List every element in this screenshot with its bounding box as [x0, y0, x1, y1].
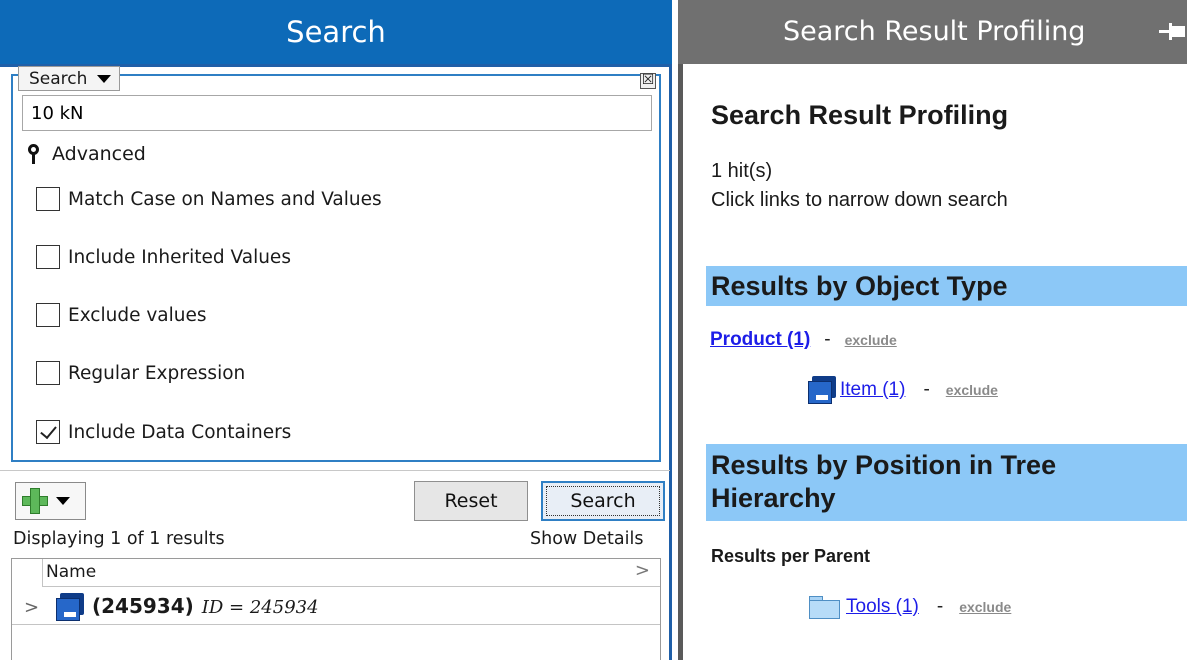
result-row-product: Product (1) - exclude [710, 329, 897, 351]
section-heading-object-type: Results by Object Type [706, 266, 1187, 306]
result-id: (245934) [92, 594, 194, 618]
profiling-panel-title: Search Result Profiling [678, 0, 1187, 64]
blue-item-icon [808, 376, 836, 404]
result-row-tools: Tools (1) - exclude [808, 594, 1011, 620]
match-case-checkbox[interactable] [36, 187, 60, 211]
chevron-down-icon [56, 497, 70, 505]
results-table: Name > > (245934) ID = 245934 [11, 558, 661, 660]
add-menu-button[interactable] [15, 482, 86, 520]
option-include-data-containers[interactable]: Include Data Containers [36, 418, 291, 446]
chevron-down-icon [97, 74, 112, 83]
page-title: Search Result Profiling [711, 100, 1009, 130]
include-inherited-checkbox[interactable] [36, 245, 60, 269]
result-id-attribute: ID = 245934 [201, 597, 319, 618]
option-label: Regular Expression [68, 362, 246, 384]
advanced-toggle[interactable]: Advanced [26, 140, 146, 168]
regular-expression-checkbox[interactable] [36, 361, 60, 385]
result-row-item: Item (1) - exclude [808, 376, 998, 404]
results-count: Displaying 1 of 1 results [13, 529, 225, 549]
column-header-label: Name [46, 562, 97, 582]
option-exclude-values[interactable]: Exclude values [36, 301, 207, 329]
section-divider [0, 470, 670, 471]
exclude-product-link[interactable]: exclude [845, 332, 897, 348]
option-label: Include Inherited Values [68, 246, 291, 268]
option-label: Include Data Containers [68, 421, 292, 443]
search-input[interactable] [22, 95, 652, 131]
tools-link[interactable]: Tools (1) [846, 596, 919, 618]
map-pin-icon [26, 143, 40, 165]
search-panel: Search Search ☒ Advanced Match Case on N… [0, 0, 672, 660]
pin-icon[interactable] [1159, 20, 1187, 44]
reset-button[interactable]: Reset [414, 481, 528, 521]
exclude-values-checkbox[interactable] [36, 303, 60, 327]
table-row[interactable]: > (245934) ID = 245934 [12, 589, 660, 625]
option-label: Match Case on Names and Values [68, 188, 382, 210]
folder-icon [808, 594, 842, 620]
separator: - [923, 379, 930, 400]
focus-ring [546, 486, 660, 516]
search-button[interactable]: Search [541, 481, 665, 521]
option-label: Exclude values [68, 304, 207, 326]
close-icon[interactable]: ☒ [640, 73, 656, 89]
option-include-inherited[interactable]: Include Inherited Values [36, 243, 291, 271]
section-heading-tree-hierarchy: Results by Position in Tree Hierarchy [706, 444, 1187, 521]
expand-icon[interactable]: > [24, 597, 39, 618]
result-text: (245934) ID = 245934 [92, 594, 319, 618]
profiling-panel: Search Result Profiling Search Result Pr… [678, 0, 1187, 660]
subheading-per-parent: Results per Parent [711, 546, 871, 566]
separator: - [824, 329, 831, 350]
hint-text: Click links to narrow down search [711, 189, 1008, 211]
hit-count: 1 hit(s) [711, 160, 773, 182]
item-link[interactable]: Item (1) [840, 379, 905, 401]
exclude-tools-link[interactable]: exclude [959, 599, 1011, 615]
search-type-label: Search [29, 68, 88, 89]
column-header-name[interactable]: Name > [42, 559, 660, 587]
profiling-title-text: Search Result Profiling [783, 16, 1086, 47]
separator: - [936, 596, 944, 617]
green-plus-icon [22, 488, 48, 514]
chevron-right-icon[interactable]: > [635, 560, 650, 581]
include-data-containers-checkbox[interactable] [36, 420, 60, 444]
product-link[interactable]: Product (1) [710, 329, 810, 351]
show-details-link[interactable]: Show Details [530, 529, 643, 549]
search-type-dropdown[interactable]: Search [18, 66, 121, 91]
option-match-case[interactable]: Match Case on Names and Values [36, 185, 382, 213]
advanced-label: Advanced [52, 143, 146, 165]
option-regular-expression[interactable]: Regular Expression [36, 359, 245, 387]
blue-item-icon [56, 593, 84, 621]
exclude-item-link[interactable]: exclude [946, 382, 998, 398]
search-panel-title: Search [0, 0, 672, 64]
